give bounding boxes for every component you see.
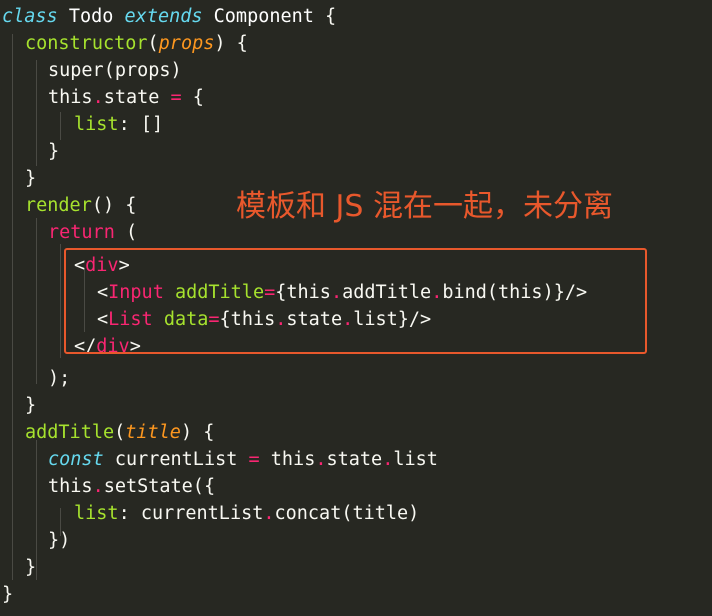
code-text: setState({ bbox=[103, 476, 216, 497]
code-editor: class Todo extends Component { construct… bbox=[0, 0, 712, 616]
code-line-6: } bbox=[48, 139, 59, 166]
code-line-5: list: [] bbox=[74, 112, 163, 139]
code-text: concat(title) bbox=[274, 503, 420, 524]
indent-guide bbox=[60, 244, 61, 358]
function-name: constructor bbox=[25, 33, 148, 54]
code-text: }) bbox=[48, 530, 71, 551]
code-text: } bbox=[25, 395, 37, 416]
code-line-17: const currentList = this.state.list bbox=[48, 447, 438, 474]
code-line-15: } bbox=[25, 393, 36, 420]
equals-operator: = bbox=[170, 87, 182, 108]
code-line-22: } bbox=[2, 582, 13, 609]
code-text: : currentList bbox=[118, 503, 264, 524]
code-line-14: ); bbox=[48, 366, 70, 393]
code-line-9: return ( bbox=[48, 220, 137, 247]
code-text: } bbox=[25, 168, 37, 189]
function-name: addTitle bbox=[25, 422, 115, 443]
this-keyword: this bbox=[48, 87, 93, 108]
equals-operator: = bbox=[248, 449, 260, 470]
code-line-2: constructor(props) { bbox=[25, 31, 248, 58]
indent-guide bbox=[36, 440, 37, 580]
code-text: } bbox=[25, 557, 37, 578]
this-keyword: this bbox=[48, 476, 93, 497]
keyword-class: class bbox=[2, 6, 58, 27]
indent-guide bbox=[12, 34, 13, 580]
code-line-3: super(props) bbox=[48, 58, 182, 85]
code-line-21: } bbox=[25, 555, 36, 582]
function-name: render bbox=[25, 195, 92, 216]
parameter: props bbox=[158, 33, 215, 54]
code-text: ( bbox=[114, 222, 138, 243]
keyword-extends: extends bbox=[124, 6, 203, 27]
code-line-20: }) bbox=[48, 528, 70, 555]
code-line-16: addTitle(title) { bbox=[25, 420, 214, 447]
indent-guide bbox=[60, 112, 61, 140]
parent-class: Component bbox=[213, 6, 314, 27]
code-text: this bbox=[259, 449, 316, 470]
code-line-7: } bbox=[25, 166, 36, 193]
dot-operator: . bbox=[382, 449, 394, 470]
code-text: } bbox=[48, 141, 60, 162]
code-text: list bbox=[393, 449, 438, 470]
object-key: list bbox=[74, 503, 119, 524]
dot-operator: . bbox=[92, 87, 104, 108]
brace: { bbox=[325, 6, 337, 27]
indent-guide bbox=[36, 218, 37, 384]
code-text: super(props) bbox=[48, 60, 182, 81]
paren: ) { bbox=[214, 33, 248, 54]
const-keyword: const bbox=[48, 449, 104, 470]
dot-operator: . bbox=[92, 476, 104, 497]
code-text: state bbox=[326, 449, 383, 470]
object-key: list bbox=[74, 114, 119, 135]
code-line-8: render() { bbox=[25, 193, 136, 220]
code-text: : [] bbox=[118, 114, 164, 135]
paren: ( bbox=[114, 422, 126, 443]
code-line-18: this.setState({ bbox=[48, 474, 215, 501]
paren: ) { bbox=[180, 422, 215, 443]
code-text: () { bbox=[91, 195, 137, 216]
indent-guide bbox=[36, 60, 37, 166]
dot-operator: . bbox=[315, 449, 327, 470]
parameter: title bbox=[125, 422, 181, 443]
code-text: ); bbox=[48, 368, 71, 389]
code-text: } bbox=[2, 584, 14, 605]
class-name: Todo bbox=[68, 6, 114, 27]
annotation-text: 模板和 JS 混在一起，未分离 bbox=[236, 189, 613, 224]
code-line-4: this.state = { bbox=[48, 85, 204, 112]
property: state bbox=[103, 87, 171, 108]
dot-operator: . bbox=[263, 503, 275, 524]
code-text: { bbox=[181, 87, 204, 108]
code-line-19: list: currentList.concat(title) bbox=[74, 501, 419, 528]
paren: ( bbox=[147, 33, 159, 54]
variable-name: currentList bbox=[103, 449, 249, 470]
code-line-1: class Todo extends Component { bbox=[2, 4, 336, 31]
return-keyword: return bbox=[48, 222, 115, 243]
template-highlight-box bbox=[64, 248, 647, 354]
